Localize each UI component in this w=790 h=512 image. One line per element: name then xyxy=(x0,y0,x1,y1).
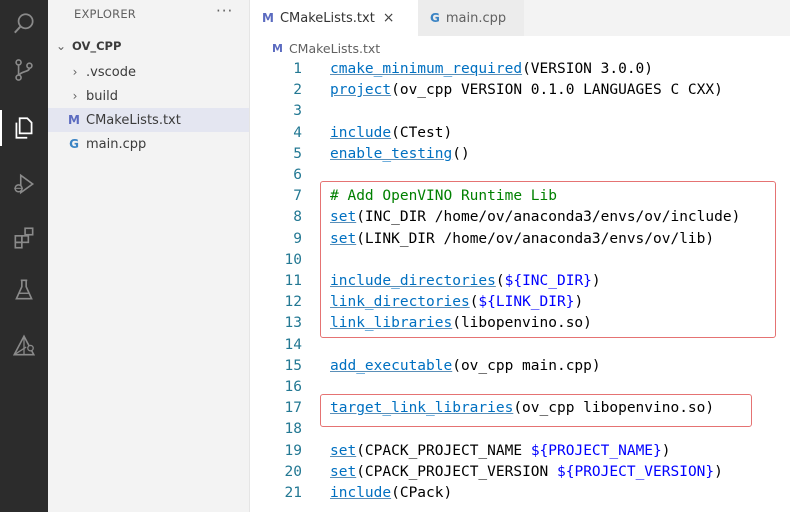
code-text: set(CPACK_PROJECT_VERSION ${PROJECT_VERS… xyxy=(330,462,723,483)
code-token: (CPACK_PROJECT_NAME xyxy=(356,442,531,459)
line-number: 4 xyxy=(293,124,302,141)
tab-cmakelists[interactable]: M CMakeLists.txt × xyxy=(250,0,418,36)
source-control-icon[interactable] xyxy=(0,46,48,94)
code-line[interactable]: 2 project(ov_cpp VERSION 0.1.0 LANGUAGES … xyxy=(250,80,790,101)
code-token: (CPack) xyxy=(391,485,453,501)
editor-tab-bar: M CMakeLists.txt × G main.cpp xyxy=(250,0,790,36)
line-number: 9 xyxy=(293,230,302,247)
explorer-sidebar: EXPLORER ··· ⌄ OV_CPP › .vscode › build … xyxy=(48,0,250,512)
cpp-file-icon: G xyxy=(69,137,79,151)
folder-root-ov-cpp[interactable]: ⌄ OV_CPP xyxy=(48,34,249,58)
folder-label: OV_CPP xyxy=(72,39,122,53)
tab-label: CMakeLists.txt xyxy=(279,10,375,26)
code-line[interactable]: 5 enable_testing() xyxy=(250,144,790,165)
run-debug-icon[interactable] xyxy=(0,160,48,208)
code-token: cmake_minimum_required xyxy=(330,61,523,77)
code-token: ${PROJECT_VERSION} xyxy=(557,463,715,480)
code-token: include xyxy=(330,124,392,141)
code-line[interactable]: 3 xyxy=(250,101,790,122)
chevron-right-icon: › xyxy=(72,89,78,103)
chevron-down-icon: ⌄ xyxy=(55,39,67,53)
code-token: (CTest) xyxy=(391,124,453,141)
line-number: 20 xyxy=(284,463,302,480)
line-number: 16 xyxy=(284,379,302,395)
code-line[interactable]: 20 set(CPACK_PROJECT_VERSION ${PROJECT_VE… xyxy=(250,462,790,483)
code-line[interactable]: 4 include(CTest) xyxy=(250,123,790,144)
code-token: add_executable xyxy=(330,357,453,374)
cmake-icon[interactable] xyxy=(0,322,48,370)
highlight-box-openvino-lib xyxy=(320,181,776,338)
code-text: include(CPack) xyxy=(330,483,452,504)
line-number: 15 xyxy=(284,357,302,374)
code-token: ${PROJECT_NAME} xyxy=(530,442,662,459)
line-number: 17 xyxy=(284,400,302,417)
line-number: 7 xyxy=(293,188,302,205)
explorer-files-icon[interactable] xyxy=(0,104,48,152)
code-token: ) xyxy=(714,463,723,480)
testing-flask-icon[interactable] xyxy=(0,266,48,314)
tree-item-label: .vscode xyxy=(86,64,136,80)
code-token: project xyxy=(330,82,392,99)
code-text: set(CPACK_PROJECT_NAME ${PROJECT_NAME}) xyxy=(330,441,671,462)
line-number: 10 xyxy=(284,251,302,268)
tree-item-label: CMakeLists.txt xyxy=(86,112,181,128)
code-line[interactable]: 1 cmake_minimum_required(VERSION 3.0.0) xyxy=(250,59,790,80)
code-token: () xyxy=(452,145,470,162)
cmake-file-icon: M xyxy=(68,113,80,127)
line-number: 21 xyxy=(284,485,302,501)
code-token: enable_testing xyxy=(330,145,453,162)
activity-bar xyxy=(0,0,48,512)
code-token: (ov_cpp VERSION 0.1.0 LANGUAGES C CXX) xyxy=(391,82,723,99)
tree-item-label: build xyxy=(86,88,118,104)
line-number: 8 xyxy=(293,209,302,226)
tab-label: main.cpp xyxy=(445,10,507,26)
line-number: 14 xyxy=(284,336,302,353)
highlight-box-target-link xyxy=(320,394,752,427)
explorer-title: EXPLORER xyxy=(74,7,136,21)
line-number: 3 xyxy=(293,103,302,120)
line-number: 6 xyxy=(293,167,302,183)
breadcrumb[interactable]: M CMakeLists.txt xyxy=(272,38,380,58)
line-number: 19 xyxy=(284,442,302,459)
cpp-file-icon: G xyxy=(430,11,440,25)
code-token: (ov_cpp main.cpp) xyxy=(452,357,601,374)
line-number: 5 xyxy=(293,145,302,162)
tree-item-main-cpp[interactable]: G main.cpp xyxy=(48,132,249,156)
code-text: cmake_minimum_required(VERSION 3.0.0) xyxy=(330,59,653,80)
line-number: 2 xyxy=(293,82,302,99)
code-token: ) xyxy=(661,442,671,459)
code-token: set xyxy=(330,463,357,480)
search-icon[interactable] xyxy=(0,0,48,48)
cmake-file-icon: M xyxy=(262,11,274,25)
line-number: 1 xyxy=(293,61,302,77)
tree-item-build[interactable]: › build xyxy=(48,84,249,108)
cmake-file-icon: M xyxy=(272,41,283,55)
code-text: add_executable(ov_cpp main.cpp) xyxy=(330,356,601,377)
code-text: project(ov_cpp VERSION 0.1.0 LANGUAGES C… xyxy=(330,80,723,101)
code-text: include(CTest) xyxy=(330,123,452,144)
close-icon[interactable]: × xyxy=(383,10,395,26)
code-line[interactable]: 21 include(CPack) xyxy=(250,483,790,504)
line-number: 18 xyxy=(284,421,302,438)
tree-item-vscode[interactable]: › .vscode xyxy=(48,60,249,84)
line-number: 11 xyxy=(284,273,302,289)
tree-item-label: main.cpp xyxy=(86,136,147,152)
line-number: 13 xyxy=(284,315,302,332)
code-line[interactable]: 19 set(CPACK_PROJECT_NAME ${PROJECT_NAME}… xyxy=(250,441,790,462)
tree-item-cmakelists[interactable]: M CMakeLists.txt xyxy=(48,108,249,132)
code-token: include xyxy=(330,485,392,501)
chevron-right-icon: › xyxy=(72,65,78,79)
code-token: (CPACK_PROJECT_VERSION xyxy=(356,463,557,480)
line-number: 12 xyxy=(284,294,302,311)
code-token: (VERSION 3.0.0) xyxy=(522,61,654,77)
tab-main-cpp[interactable]: G main.cpp xyxy=(418,0,524,36)
code-line[interactable]: 15 add_executable(ov_cpp main.cpp) xyxy=(250,356,790,377)
extensions-icon[interactable] xyxy=(0,214,48,262)
breadcrumb-label: CMakeLists.txt xyxy=(288,40,381,56)
code-token: set xyxy=(330,442,357,459)
more-actions-icon[interactable]: ··· xyxy=(216,2,233,20)
code-text: enable_testing() xyxy=(330,144,470,165)
